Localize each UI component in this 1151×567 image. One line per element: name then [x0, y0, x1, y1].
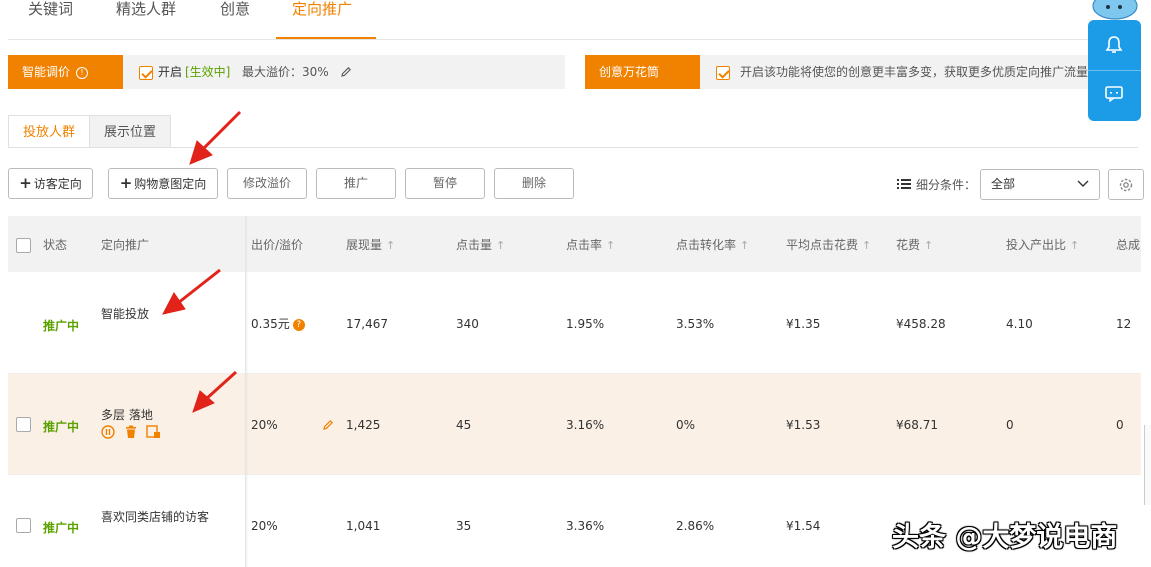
mascot-icon — [1092, 0, 1138, 20]
watermark: 头条 @大梦说电商 — [892, 522, 1118, 553]
chat-icon[interactable] — [1105, 86, 1123, 102]
arrow-icon — [177, 268, 221, 305]
panel-divider — [1088, 70, 1141, 71]
arrow-icon — [203, 370, 238, 402]
bell-icon[interactable] — [1105, 35, 1123, 55]
annotation-arrows — [162, 110, 242, 413]
arrow-icon — [162, 292, 186, 315]
floating-side-panel — [1088, 20, 1141, 121]
arrow-icon — [200, 110, 242, 152]
scrollbar[interactable] — [1144, 425, 1151, 505]
